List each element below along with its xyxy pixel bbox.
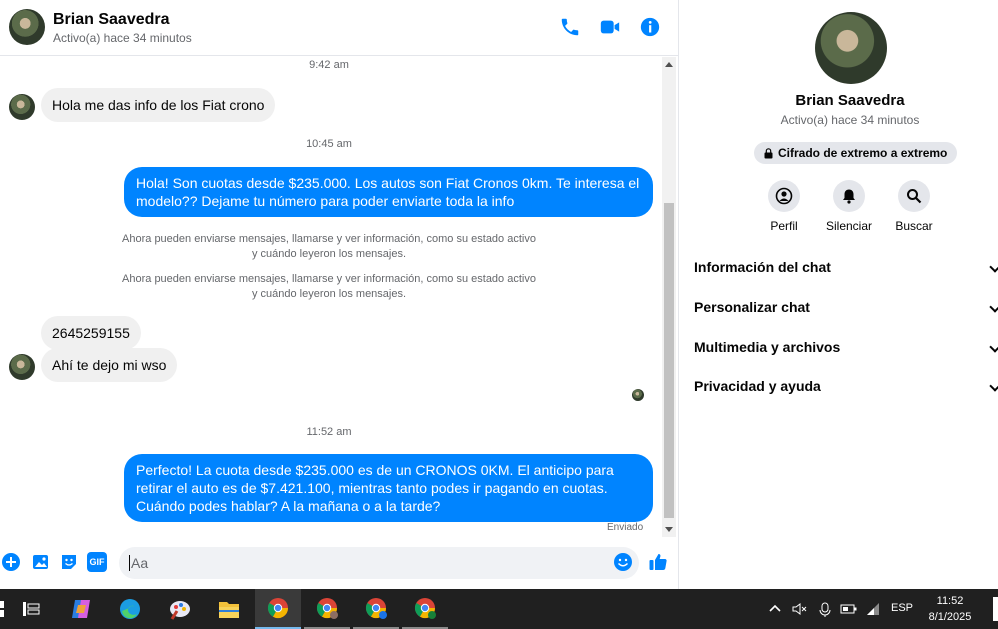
edge-icon[interactable] bbox=[107, 589, 153, 629]
contact-status: Activo(a) hace 34 minutos bbox=[53, 31, 192, 45]
contact-avatar[interactable] bbox=[9, 9, 45, 45]
timestamp: 10:45 am bbox=[306, 138, 352, 150]
system-message: Ahora pueden enviarse mensajes, llamarse… bbox=[0, 232, 658, 262]
incoming-message[interactable]: Hola me das info de los Fiat crono bbox=[41, 88, 276, 122]
notification-icon[interactable] bbox=[993, 597, 998, 621]
battery-icon[interactable] bbox=[840, 602, 858, 616]
bell-icon bbox=[833, 180, 865, 212]
mute-button-label: Silenciar bbox=[825, 219, 873, 233]
search-button[interactable]: Buscar bbox=[879, 180, 949, 233]
sent-status: Enviado bbox=[607, 522, 644, 533]
video-camera-icon[interactable] bbox=[599, 16, 621, 38]
seen-avatar bbox=[632, 389, 644, 401]
file-explorer-icon[interactable] bbox=[206, 589, 252, 629]
search-icon bbox=[898, 180, 930, 212]
phone-icon[interactable] bbox=[559, 16, 581, 38]
info-icon[interactable] bbox=[639, 16, 661, 38]
profile-picture[interactable] bbox=[815, 12, 887, 84]
scroll-thumb[interactable] bbox=[664, 203, 674, 518]
system-message-line: y cuándo leyeron los mensajes. bbox=[251, 288, 407, 300]
gallery-icon[interactable] bbox=[31, 552, 51, 572]
sticker-icon[interactable] bbox=[59, 552, 79, 572]
plus-icon[interactable] bbox=[1, 552, 21, 572]
chevron-up-icon[interactable] bbox=[768, 603, 782, 613]
timestamp: 9:42 am bbox=[309, 59, 349, 71]
outgoing-message[interactable]: Hola! Son cuotas desde $235.000. Los aut… bbox=[124, 167, 653, 217]
composer: GIF Aa bbox=[0, 540, 678, 586]
message-avatar[interactable] bbox=[9, 354, 35, 380]
copilot-icon[interactable] bbox=[58, 589, 104, 629]
language-indicator[interactable]: ESP bbox=[891, 602, 913, 614]
system-message-line: y cuándo leyeron los mensajes. bbox=[251, 248, 407, 260]
chat-header: Brian Saavedra Activo(a) hace 34 minutos bbox=[0, 0, 678, 56]
clock-time: 11:52 bbox=[936, 595, 964, 607]
paint-icon[interactable] bbox=[157, 589, 203, 629]
chrome-profile-icon[interactable] bbox=[304, 589, 350, 629]
chevron-down-icon bbox=[989, 301, 998, 313]
task-view-icon[interactable] bbox=[8, 589, 54, 629]
text-caret bbox=[129, 555, 130, 571]
mute-button[interactable]: Silenciar bbox=[814, 180, 884, 233]
scroll-down-arrow[interactable] bbox=[665, 527, 673, 532]
message-input-placeholder: Aa bbox=[131, 555, 149, 571]
scroll-up-arrow[interactable] bbox=[665, 62, 673, 67]
chevron-down-icon bbox=[989, 380, 998, 392]
incoming-message[interactable]: 2645259155 bbox=[41, 316, 141, 350]
system-clock[interactable]: 11:52 8/1/2025 bbox=[918, 593, 982, 625]
message-avatar[interactable] bbox=[9, 94, 35, 120]
profile-button[interactable]: Perfil bbox=[749, 180, 819, 233]
section-chat-info[interactable]: Información del chat bbox=[694, 259, 998, 275]
scrollbar[interactable] bbox=[662, 57, 676, 537]
message-input[interactable]: Aa bbox=[119, 547, 639, 579]
incoming-message[interactable]: Ahí te dejo mi wso bbox=[41, 348, 178, 382]
chevron-down-icon bbox=[989, 341, 998, 353]
lock-icon bbox=[764, 147, 773, 158]
contact-name[interactable]: Brian Saavedra bbox=[53, 11, 170, 29]
clock-date: 8/1/2025 bbox=[928, 611, 972, 623]
timestamp: 11:52 am bbox=[306, 426, 352, 438]
section-label: Multimedia y archivos bbox=[694, 339, 841, 355]
section-label: Privacidad y ayuda bbox=[694, 378, 821, 394]
outgoing-message[interactable]: Perfecto! La cuota desde $235.000 es de … bbox=[124, 454, 653, 522]
section-privacy-help[interactable]: Privacidad y ayuda bbox=[694, 378, 998, 394]
chrome-profile-t-icon[interactable] bbox=[402, 589, 448, 629]
wifi-icon[interactable] bbox=[865, 601, 881, 617]
system-message: Ahora pueden enviarse mensajes, llamarse… bbox=[0, 272, 658, 302]
windows-taskbar: ESP 11:52 8/1/2025 bbox=[0, 589, 998, 629]
search-button-label: Buscar bbox=[895, 219, 933, 233]
chevron-down-icon bbox=[989, 261, 998, 273]
profile-status: Activo(a) hace 34 minutos bbox=[780, 113, 920, 127]
chrome-profile-v-icon[interactable] bbox=[353, 589, 399, 629]
system-message-line: Ahora pueden enviarse mensajes, llamarse… bbox=[122, 273, 536, 285]
section-media-files[interactable]: Multimedia y archivos bbox=[694, 339, 998, 355]
system-message-line: Ahora pueden enviarse mensajes, llamarse… bbox=[122, 233, 536, 245]
microphone-icon[interactable] bbox=[817, 601, 833, 617]
profile-icon bbox=[768, 180, 800, 212]
chat-pane: Brian Saavedra Activo(a) hace 34 minutos… bbox=[0, 0, 678, 589]
info-panel: Brian Saavedra Activo(a) hace 34 minutos… bbox=[678, 0, 998, 589]
message-list[interactable]: 9:42 am Hola me das info de los Fiat cro… bbox=[0, 57, 662, 537]
section-label: Información del chat bbox=[694, 259, 831, 275]
chrome-icon[interactable] bbox=[255, 589, 301, 629]
encryption-label: Cifrado de extremo a extremo bbox=[778, 146, 948, 160]
section-customize-chat[interactable]: Personalizar chat bbox=[694, 299, 998, 315]
encryption-badge[interactable]: Cifrado de extremo a extremo bbox=[754, 142, 958, 164]
emoji-icon[interactable] bbox=[613, 552, 633, 572]
profile-name: Brian Saavedra bbox=[795, 92, 905, 109]
gif-icon[interactable]: GIF bbox=[87, 552, 107, 572]
profile-button-label: Perfil bbox=[770, 219, 798, 233]
section-label: Personalizar chat bbox=[694, 299, 810, 315]
volume-muted-icon[interactable] bbox=[791, 601, 807, 617]
like-icon[interactable] bbox=[648, 552, 668, 572]
